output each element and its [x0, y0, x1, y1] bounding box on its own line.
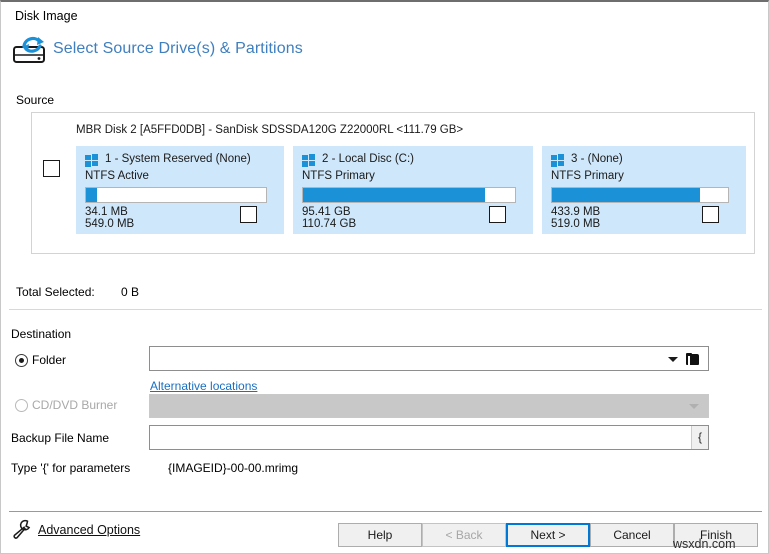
- page-title: Select Source Drive(s) & Partitions: [53, 40, 303, 58]
- help-button[interactable]: Help: [338, 523, 422, 547]
- partition-title: 3 - (None): [571, 153, 623, 165]
- type-hint-label: Type '{' for parameters: [11, 461, 130, 475]
- source-section-label: Source: [16, 93, 54, 107]
- cd-dvd-burner-combobox: [149, 394, 709, 418]
- partition-list: 1 - System Reserved (None) NTFS Active 3…: [76, 146, 746, 234]
- type-hint-value: {IMAGEID}-00-00.mrimg: [168, 461, 298, 475]
- folder-radio-label[interactable]: Folder: [32, 353, 66, 367]
- advanced-options-link[interactable]: Advanced Options: [38, 523, 140, 537]
- partition-total-size: 549.0 MB: [85, 218, 134, 230]
- disk-checkbox[interactable]: [43, 160, 60, 177]
- backup-file-name-input[interactable]: [150, 426, 690, 449]
- section-divider: [9, 309, 762, 310]
- total-selected-value: 0 B: [121, 285, 139, 299]
- disk-image-window: Disk Image Select Source Drive(s) & Part…: [0, 0, 769, 554]
- partition-usage-fill: [552, 188, 700, 202]
- partition-card[interactable]: 2 - Local Disc (C:) NTFS Primary 95.41 G…: [293, 146, 533, 234]
- partition-title: 1 - System Reserved (None): [105, 153, 251, 165]
- partition-usage-bar: [85, 187, 267, 203]
- folder-path-combobox[interactable]: [149, 346, 709, 371]
- footer-divider: [9, 511, 762, 512]
- watermark: wsxdn.com: [673, 537, 736, 551]
- page-header: Select Source Drive(s) & Partitions: [1, 30, 768, 82]
- windows-logo-icon: [551, 154, 565, 167]
- alternative-locations-link[interactable]: Alternative locations: [150, 379, 257, 393]
- partition-checkbox[interactable]: [489, 206, 506, 223]
- back-button: < Back: [422, 523, 506, 547]
- partition-usage-fill: [86, 188, 97, 202]
- folder-radio[interactable]: [15, 354, 28, 367]
- cancel-button[interactable]: Cancel: [590, 523, 674, 547]
- backup-file-name-field[interactable]: {: [149, 425, 709, 450]
- source-panel: MBR Disk 2 [A5FFD0DB] - SanDisk SDSSDA12…: [31, 112, 755, 254]
- partition-total-size: 519.0 MB: [551, 218, 600, 230]
- partition-checkbox[interactable]: [240, 206, 257, 223]
- windows-logo-icon: [85, 154, 99, 167]
- next-button[interactable]: Next >: [506, 523, 590, 547]
- partition-used-size: 95.41 GB: [302, 206, 351, 218]
- partition-filesystem: NTFS Primary: [302, 170, 375, 182]
- parameters-brace-button[interactable]: {: [691, 426, 708, 449]
- total-selected-label: Total Selected:: [16, 285, 95, 299]
- partition-used-size: 433.9 MB: [551, 206, 600, 218]
- partition-card[interactable]: 3 - (None) NTFS Primary 433.9 MB 519.0 M…: [542, 146, 746, 234]
- partition-filesystem: NTFS Primary: [551, 170, 624, 182]
- destination-section-label: Destination: [11, 327, 71, 341]
- partition-used-size: 34.1 MB: [85, 206, 128, 218]
- chevron-down-icon: [689, 404, 699, 409]
- backup-file-name-label: Backup File Name: [11, 431, 109, 445]
- title-bar: Disk Image: [1, 2, 768, 30]
- cd-dvd-burner-radio-label[interactable]: CD/DVD Burner: [32, 398, 117, 412]
- disk-image-icon: [11, 36, 51, 68]
- partition-usage-bar: [302, 187, 516, 203]
- partition-checkbox[interactable]: [702, 206, 719, 223]
- partition-total-size: 110.74 GB: [302, 218, 356, 230]
- window-title: Disk Image: [15, 9, 78, 23]
- chevron-down-icon[interactable]: [668, 357, 678, 362]
- wrench-icon[interactable]: [11, 519, 33, 539]
- partition-usage-fill: [303, 188, 485, 202]
- partition-usage-bar: [551, 187, 729, 203]
- partition-filesystem: NTFS Active: [85, 170, 149, 182]
- partition-title: 2 - Local Disc (C:): [322, 153, 414, 165]
- partition-card[interactable]: 1 - System Reserved (None) NTFS Active 3…: [76, 146, 284, 234]
- windows-logo-icon: [302, 154, 316, 167]
- cd-dvd-burner-radio[interactable]: [15, 399, 28, 412]
- disk-title: MBR Disk 2 [A5FFD0DB] - SanDisk SDSSDA12…: [76, 124, 463, 136]
- browse-folder-icon[interactable]: [686, 353, 701, 365]
